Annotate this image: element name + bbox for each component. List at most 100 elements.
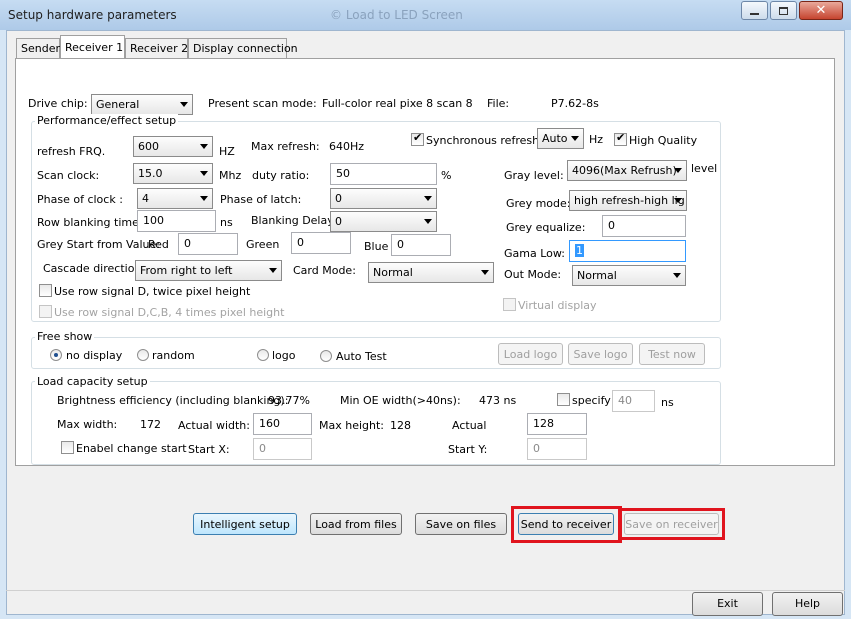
gray-level-value: 4096(Max Refrush) <box>572 164 677 177</box>
virtual-display-checkbox[interactable] <box>503 298 516 311</box>
test-now-button[interactable]: Test now <box>639 343 705 365</box>
load-logo-button[interactable]: Load logo <box>498 343 563 365</box>
free-show-group-title: Free show <box>35 330 95 343</box>
start-x-input[interactable]: 0 <box>253 438 312 460</box>
row-signal-dcb-checkbox[interactable] <box>39 305 52 318</box>
card-mode-select[interactable]: Normal <box>368 262 494 283</box>
virtual-display-label: Virtual display <box>518 299 597 312</box>
row-signal-d-checkbox[interactable] <box>39 284 52 297</box>
scan-clock-select[interactable]: 15.0 <box>133 163 213 184</box>
enable-change-start-label: Enabel change start <box>76 442 187 455</box>
radio-logo[interactable] <box>257 349 269 361</box>
gama-low-value: 1 <box>575 244 584 257</box>
cascade-direction-select[interactable]: From right to left <box>135 260 282 281</box>
refresh-frq-select[interactable]: 600 <box>133 136 213 157</box>
actual-width-input[interactable]: 160 <box>253 413 312 435</box>
max-refresh-value: 640Hz <box>329 140 365 153</box>
window-title: Setup hardware parameters <box>8 8 177 22</box>
radio-no-display[interactable] <box>50 349 62 361</box>
refresh-frq-value: 600 <box>138 140 159 153</box>
present-scan-mode-label: Present scan mode: <box>208 97 317 110</box>
actual-height-input[interactable]: 128 <box>527 413 587 435</box>
duty-ratio-input[interactable]: 50 <box>330 163 437 185</box>
save-on-receiver-button[interactable]: Save on receiver <box>624 513 719 535</box>
high-quality-checkbox[interactable]: ✔ <box>614 131 627 146</box>
grey-mode-select[interactable]: high refresh-high lig <box>569 190 687 211</box>
chevron-down-icon <box>673 273 681 278</box>
green-input[interactable]: 0 <box>291 232 351 254</box>
gama-low-label: Gama Low: <box>504 247 565 260</box>
close-button[interactable]: ✕ <box>799 1 843 20</box>
phase-clock-label: Phase of clock : <box>37 193 123 206</box>
refresh-frq-label: refresh FRQ. <box>37 145 106 158</box>
chevron-down-icon <box>674 198 682 203</box>
grey-equalize-label: Grey equalize: <box>506 221 586 234</box>
load-capacity-group-title: Load capacity setup <box>35 375 150 388</box>
red-input[interactable]: 0 <box>178 233 238 255</box>
max-height-value: 128 <box>390 419 411 432</box>
load-from-files-button[interactable]: Load from files <box>310 513 402 535</box>
chevron-down-icon <box>424 219 432 224</box>
green-label: Green <box>246 238 280 251</box>
save-logo-button[interactable]: Save logo <box>568 343 633 365</box>
specify-checkbox[interactable] <box>557 393 570 406</box>
maximize-button[interactable] <box>770 1 797 20</box>
drive-chip-select[interactable]: General <box>91 94 193 115</box>
radio-auto-test[interactable] <box>320 350 332 362</box>
grey-mode-value: high refresh-high lig <box>574 194 685 207</box>
tab-receiver-1[interactable]: Receiver 1 <box>60 35 125 59</box>
max-width-label: Max width: <box>57 418 118 431</box>
card-mode-label: Card Mode: <box>293 264 356 277</box>
save-on-files-button[interactable]: Save on files <box>415 513 507 535</box>
min-oe-label: Min OE width(>40ns): <box>340 394 461 407</box>
row-blanking-input[interactable]: 100 <box>137 210 216 232</box>
intelligent-setup-button[interactable]: Intelligent setup <box>193 513 297 535</box>
phase-clock-value: 4 <box>142 192 149 205</box>
tab-display-connection[interactable]: Display connection <box>188 38 298 58</box>
phase-clock-select[interactable]: 4 <box>137 188 213 209</box>
start-y-label: Start Y: <box>448 443 488 456</box>
blue-input[interactable]: 0 <box>391 234 451 256</box>
tab-receiver-2[interactable]: Receiver 2 <box>125 38 188 58</box>
drive-chip-value: General <box>96 98 140 111</box>
chevron-down-icon <box>269 268 277 273</box>
phase-latch-value: 0 <box>335 192 342 205</box>
exit-button[interactable]: Exit <box>692 592 763 616</box>
sync-unit: Hz <box>589 133 604 146</box>
phase-latch-label: Phase of latch: <box>220 193 302 206</box>
max-height-label: Max height: <box>319 419 385 432</box>
scan-clock-value: 15.0 <box>138 167 163 180</box>
sync-mode-select[interactable]: Auto <box>537 128 584 149</box>
send-to-receiver-button[interactable]: Send to receiver <box>518 513 614 535</box>
performance-group-title: Performance/effect setup <box>35 114 179 127</box>
drive-chip-label: Drive chip: <box>28 97 88 110</box>
radio-random[interactable] <box>137 349 149 361</box>
file-value: P7.62-8s <box>551 97 599 110</box>
row-blanking-unit: ns <box>220 216 233 229</box>
red-label: Red <box>148 238 169 251</box>
chevron-down-icon <box>424 196 432 201</box>
sync-refresh-checkbox[interactable]: ✔ <box>411 131 424 146</box>
sync-refresh-label: Synchronous refresh <box>426 134 540 147</box>
gama-low-input[interactable]: 1 <box>569 240 686 262</box>
enable-change-start-checkbox[interactable] <box>61 441 74 454</box>
chevron-down-icon <box>200 196 208 201</box>
cascade-direction-value: From right to left <box>140 264 233 277</box>
phase-latch-select[interactable]: 0 <box>330 188 437 209</box>
row-signal-d-label: Use row signal D, twice pixel height <box>54 285 251 298</box>
minimize-button[interactable] <box>741 1 768 20</box>
maximize-icon <box>779 6 788 15</box>
grey-start-label: Grey Start from Value: <box>37 238 160 251</box>
chevron-down-icon <box>200 171 208 176</box>
tab-sender[interactable]: Sender <box>16 38 60 58</box>
blanking-delay-select[interactable]: 0 <box>330 211 437 232</box>
start-y-input[interactable]: 0 <box>527 438 587 460</box>
checkmark-icon: ✔ <box>413 131 423 144</box>
blue-label: Blue <box>364 240 389 253</box>
duty-ratio-label: duty ratio: <box>252 169 310 182</box>
help-button[interactable]: Help <box>772 592 843 616</box>
grey-equalize-input[interactable]: 0 <box>602 215 686 237</box>
specify-input[interactable]: 40 <box>612 390 655 412</box>
out-mode-select[interactable]: Normal <box>572 265 686 286</box>
gray-level-select[interactable]: 4096(Max Refrush) <box>567 160 687 181</box>
